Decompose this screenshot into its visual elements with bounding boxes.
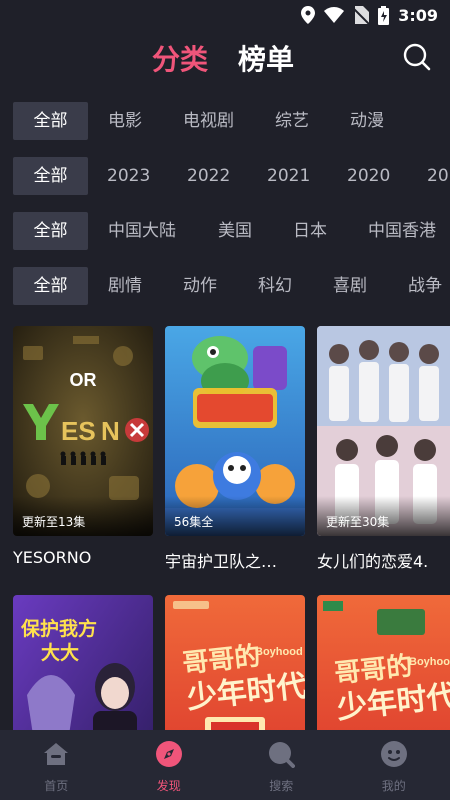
episode-badge: 更新至13集	[22, 515, 86, 529]
filter-genre-all[interactable]: 全部	[13, 267, 88, 305]
poster-image: OR ES N 更新至13集	[13, 326, 153, 536]
poster-image: 56集全	[165, 326, 305, 536]
filter-genre-action[interactable]: 动作	[183, 267, 217, 305]
battery-icon	[378, 5, 390, 25]
filter-genre-comedy[interactable]: 喜剧	[333, 267, 367, 305]
video-title: 女儿们的恋爱4.	[317, 552, 429, 571]
search-icon[interactable]	[402, 42, 432, 72]
svg-text:N: N	[101, 416, 120, 446]
filter-year-2021[interactable]: 2021	[267, 157, 310, 195]
svg-text:大大: 大大	[41, 641, 79, 664]
filter-year-2023[interactable]: 2023	[107, 157, 150, 195]
no-sim-icon	[353, 6, 370, 24]
filter-year-2020[interactable]: 2020	[347, 157, 390, 195]
video-card[interactable]: OR ES N 更新至13集 YESORNO	[13, 326, 153, 567]
svg-text:OR: OR	[70, 370, 97, 390]
tab-category[interactable]: 分类	[152, 38, 208, 78]
filter-year-all[interactable]: 全部	[13, 157, 88, 195]
filter-type-tv[interactable]: 电视剧	[183, 102, 234, 140]
filter-region-hongkong[interactable]: 中国香港	[368, 212, 436, 250]
status-bar: 3:09	[0, 0, 450, 30]
filter-year-2022[interactable]: 2022	[187, 157, 230, 195]
svg-text:ES: ES	[61, 416, 96, 446]
filter-genre-drama[interactable]: 剧情	[108, 267, 142, 305]
video-card[interactable]: 56集全 宇宙护卫队之…	[165, 326, 305, 572]
location-icon	[301, 6, 316, 24]
video-title: YESORNO	[13, 548, 92, 567]
svg-text:保护我方: 保护我方	[20, 617, 97, 640]
wifi-icon	[324, 7, 345, 23]
filter-row-genre: 全部 剧情 动作 科幻 喜剧 战争	[0, 267, 450, 305]
video-title: 宇宙护卫队之…	[165, 552, 278, 571]
home-icon	[42, 740, 70, 771]
nav-label: 首页	[44, 779, 69, 793]
search-icon	[267, 740, 296, 771]
video-card[interactable]: 更新至30集 女儿们的恋爱4.	[317, 326, 450, 572]
poster-image: 更新至30集	[317, 326, 450, 536]
nav-label: 我的	[381, 779, 406, 793]
header: 分类 榜单	[0, 30, 450, 82]
filter-row-region: 全部 中国大陆 美国 日本 中国香港	[0, 212, 450, 250]
episode-badge: 更新至30集	[326, 515, 390, 529]
nav-label: 搜索	[269, 779, 294, 793]
filter-type-variety[interactable]: 综艺	[275, 102, 309, 140]
nav-discover[interactable]: 发现	[113, 730, 226, 800]
filter-row-year: 全部 2023 2022 2021 2020 201	[0, 157, 450, 195]
filter-year-more[interactable]: 201	[427, 157, 450, 195]
filter-region-all[interactable]: 全部	[13, 212, 88, 250]
filter-type-movie[interactable]: 电影	[108, 102, 142, 140]
user-icon	[380, 740, 408, 771]
filter-region-japan[interactable]: 日本	[293, 212, 327, 250]
nav-home[interactable]: 首页	[0, 730, 113, 800]
episode-badge: 56集全	[174, 515, 214, 529]
filter-row-type: 全部 电影 电视剧 综艺 动漫	[0, 102, 450, 140]
nav-mine[interactable]: 我的	[338, 730, 450, 800]
compass-icon	[155, 740, 183, 771]
filter-genre-scifi[interactable]: 科幻	[258, 267, 292, 305]
tab-ranking[interactable]: 榜单	[238, 38, 294, 78]
svg-text:Boyhood: Boyhood	[255, 646, 303, 658]
bottom-nav: 首页 发现 搜索 我的	[0, 730, 450, 800]
filter-region-usa[interactable]: 美国	[218, 212, 252, 250]
filter-type-all[interactable]: 全部	[13, 102, 88, 140]
filter-region-mainland[interactable]: 中国大陆	[108, 212, 176, 250]
filter-genre-war[interactable]: 战争	[408, 267, 442, 305]
nav-label: 发现	[156, 779, 181, 793]
nav-search[interactable]: 搜索	[225, 730, 338, 800]
filter-type-anime[interactable]: 动漫	[350, 102, 384, 140]
svg-text:Boyhood: Boyhood	[409, 656, 450, 668]
status-time: 3:09	[398, 5, 438, 25]
